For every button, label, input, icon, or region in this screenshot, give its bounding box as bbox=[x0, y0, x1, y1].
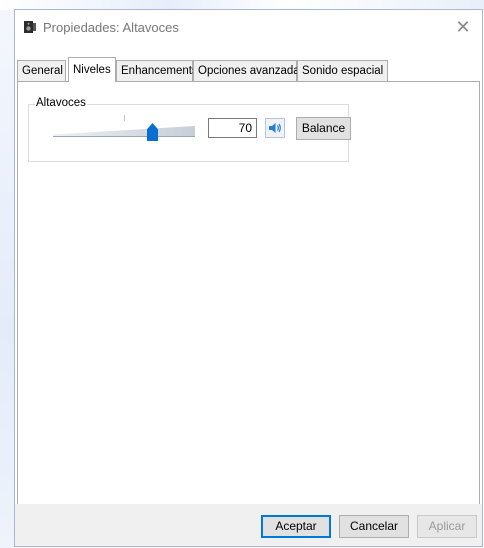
volume-value-input[interactable] bbox=[208, 118, 257, 138]
properties-dialog: Propiedades: Altavoces ✕ General Niveles… bbox=[14, 9, 483, 547]
window-title: Propiedades: Altavoces bbox=[43, 20, 179, 35]
close-icon: ✕ bbox=[455, 17, 471, 37]
title-bar: Propiedades: Altavoces ✕ bbox=[15, 10, 482, 44]
tab-sonido-espacial[interactable]: Sonido espacial bbox=[297, 60, 388, 82]
cancel-button[interactable]: Cancelar bbox=[339, 515, 409, 538]
speaker-volume-icon bbox=[266, 123, 284, 140]
volume-slider-thumb[interactable] bbox=[147, 123, 158, 141]
dialog-footer: Aceptar Cancelar Aplicar bbox=[15, 504, 482, 546]
speaker-device-icon bbox=[23, 20, 37, 34]
tab-strip: General Niveles Enhancements Opciones av… bbox=[17, 57, 482, 82]
tab-general[interactable]: General bbox=[17, 60, 66, 82]
tab-enhancements[interactable]: Enhancements bbox=[116, 60, 198, 82]
balance-button[interactable]: Balance bbox=[296, 117, 351, 140]
volume-slider[interactable] bbox=[53, 113, 195, 147]
group-label: Altavoces bbox=[35, 97, 87, 109]
volume-slider-tick bbox=[124, 115, 125, 121]
volume-slider-ramp bbox=[53, 126, 195, 136]
apply-button[interactable]: Aplicar bbox=[417, 515, 477, 538]
mute-toggle-button[interactable] bbox=[265, 118, 285, 138]
levels-panel: Altavoces Balance bbox=[17, 81, 480, 505]
accept-button[interactable]: Aceptar bbox=[261, 515, 331, 538]
volume-slider-track bbox=[53, 136, 195, 137]
tab-niveles[interactable]: Niveles bbox=[68, 57, 116, 82]
speakers-level-group: Altavoces Balance bbox=[28, 97, 351, 162]
tab-opciones-avanzadas[interactable]: Opciones avanzadas bbox=[193, 60, 305, 82]
close-button[interactable]: ✕ bbox=[450, 16, 476, 38]
